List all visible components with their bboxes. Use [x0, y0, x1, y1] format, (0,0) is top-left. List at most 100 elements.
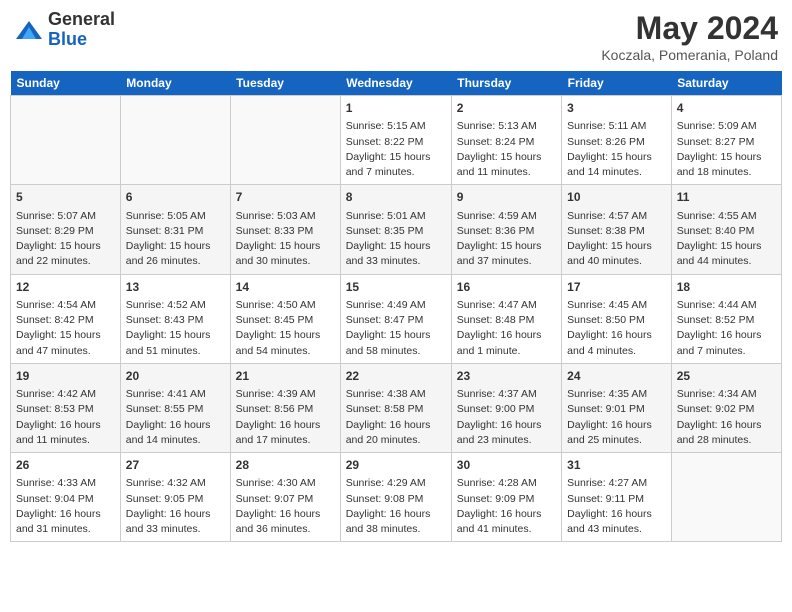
logo: General Blue: [14, 10, 115, 50]
day-info: Sunset: 9:04 PM: [16, 492, 115, 507]
day-number: 18: [677, 279, 776, 296]
day-info: Sunset: 8:42 PM: [16, 313, 115, 328]
day-info: Sunrise: 4:41 AM: [126, 387, 225, 402]
day-info: Sunrise: 5:15 AM: [346, 119, 446, 134]
day-info: Daylight: 16 hours: [457, 418, 556, 433]
day-info: Sunrise: 4:49 AM: [346, 298, 446, 313]
day-number: 29: [346, 457, 446, 474]
day-info: Daylight: 15 hours: [677, 239, 776, 254]
calendar-cell: 11Sunrise: 4:55 AMSunset: 8:40 PMDayligh…: [671, 185, 781, 274]
day-info: Sunrise: 4:39 AM: [236, 387, 335, 402]
day-number: 16: [457, 279, 556, 296]
day-info: Sunrise: 4:59 AM: [457, 209, 556, 224]
day-info: and 4 minutes.: [567, 344, 666, 359]
calendar-cell: 20Sunrise: 4:41 AMSunset: 8:55 PMDayligh…: [120, 363, 230, 452]
day-info: and 43 minutes.: [567, 522, 666, 537]
day-info: Daylight: 16 hours: [16, 507, 115, 522]
day-info: Sunrise: 5:01 AM: [346, 209, 446, 224]
week-row: 12Sunrise: 4:54 AMSunset: 8:42 PMDayligh…: [11, 274, 782, 363]
day-info: Daylight: 15 hours: [346, 150, 446, 165]
day-info: and 38 minutes.: [346, 522, 446, 537]
day-info: Sunrise: 4:35 AM: [567, 387, 666, 402]
day-number: 1: [346, 100, 446, 117]
day-number: 15: [346, 279, 446, 296]
day-info: Sunrise: 5:11 AM: [567, 119, 666, 134]
day-number: 12: [16, 279, 115, 296]
day-info: Sunrise: 4:57 AM: [567, 209, 666, 224]
day-info: and 17 minutes.: [236, 433, 335, 448]
calendar-cell: 31Sunrise: 4:27 AMSunset: 9:11 PMDayligh…: [562, 453, 672, 542]
logo-icon: [14, 15, 44, 45]
calendar-cell: 22Sunrise: 4:38 AMSunset: 8:58 PMDayligh…: [340, 363, 451, 452]
day-info: Sunrise: 5:09 AM: [677, 119, 776, 134]
day-info: Sunrise: 4:28 AM: [457, 476, 556, 491]
calendar-cell: [120, 96, 230, 185]
day-info: Daylight: 15 hours: [236, 328, 335, 343]
day-info: and 51 minutes.: [126, 344, 225, 359]
day-number: 10: [567, 189, 666, 206]
calendar-cell: 8Sunrise: 5:01 AMSunset: 8:35 PMDaylight…: [340, 185, 451, 274]
calendar-cell: 10Sunrise: 4:57 AMSunset: 8:38 PMDayligh…: [562, 185, 672, 274]
day-info: Sunrise: 4:45 AM: [567, 298, 666, 313]
calendar-cell: 15 Sunrise: 4:49 AMSunset: 8:47 PMDayligh…: [340, 274, 451, 363]
calendar-cell: 21Sunrise: 4:39 AMSunset: 8:56 PMDayligh…: [230, 363, 340, 452]
day-info: Sunrise: 4:44 AM: [677, 298, 776, 313]
day-number: 3: [567, 100, 666, 117]
page-header: General Blue May 2024 Koczala, Pomerania…: [10, 10, 782, 63]
day-info: Sunrise: 4:37 AM: [457, 387, 556, 402]
day-info: Sunrise: 4:42 AM: [16, 387, 115, 402]
calendar-cell: [230, 96, 340, 185]
calendar-cell: 25Sunrise: 4:34 AMSunset: 9:02 PMDayligh…: [671, 363, 781, 452]
day-info: and 44 minutes.: [677, 254, 776, 269]
week-row: 1Sunrise: 5:15 AMSunset: 8:22 PMDaylight…: [11, 96, 782, 185]
day-number: 11: [677, 189, 776, 206]
day-info: and 23 minutes.: [457, 433, 556, 448]
header-row: SundayMondayTuesdayWednesdayThursdayFrid…: [11, 71, 782, 96]
day-info: and 1 minute.: [457, 344, 556, 359]
day-info: Sunrise: 5:03 AM: [236, 209, 335, 224]
day-info: and 33 minutes.: [126, 522, 225, 537]
calendar-cell: 18Sunrise: 4:44 AMSunset: 8:52 PMDayligh…: [671, 274, 781, 363]
calendar-cell: 23Sunrise: 4:37 AMSunset: 9:00 PMDayligh…: [451, 363, 561, 452]
day-info: Daylight: 16 hours: [567, 507, 666, 522]
day-info: Sunset: 8:27 PM: [677, 135, 776, 150]
day-info: Sunrise: 4:52 AM: [126, 298, 225, 313]
day-number: 23: [457, 368, 556, 385]
calendar-cell: 24Sunrise: 4:35 AMSunset: 9:01 PMDayligh…: [562, 363, 672, 452]
day-info: and 7 minutes.: [346, 165, 446, 180]
calendar-cell: 13Sunrise: 4:52 AMSunset: 8:43 PMDayligh…: [120, 274, 230, 363]
day-number: 24: [567, 368, 666, 385]
day-info: Sunset: 8:53 PM: [16, 402, 115, 417]
day-info: Daylight: 15 hours: [346, 239, 446, 254]
title-block: May 2024 Koczala, Pomerania, Poland: [601, 10, 778, 63]
day-info: Daylight: 15 hours: [457, 239, 556, 254]
day-info: and 11 minutes.: [16, 433, 115, 448]
day-number: 9: [457, 189, 556, 206]
month-title: May 2024: [601, 10, 778, 47]
day-info: Daylight: 16 hours: [126, 418, 225, 433]
day-info: Sunset: 8:26 PM: [567, 135, 666, 150]
day-info: Daylight: 15 hours: [567, 150, 666, 165]
day-number: 19: [16, 368, 115, 385]
day-info: Daylight: 16 hours: [16, 418, 115, 433]
day-number: 21: [236, 368, 335, 385]
day-info: Sunrise: 4:50 AM: [236, 298, 335, 313]
day-info: Sunset: 9:07 PM: [236, 492, 335, 507]
day-info: and 58 minutes.: [346, 344, 446, 359]
calendar-cell: 30Sunrise: 4:28 AMSunset: 9:09 PMDayligh…: [451, 453, 561, 542]
day-info: and 41 minutes.: [457, 522, 556, 537]
day-info: Daylight: 16 hours: [346, 418, 446, 433]
day-info: Daylight: 15 hours: [346, 328, 446, 343]
day-info: Sunset: 8:56 PM: [236, 402, 335, 417]
day-info: Daylight: 16 hours: [567, 328, 666, 343]
calendar-cell: 6Sunrise: 5:05 AMSunset: 8:31 PMDaylight…: [120, 185, 230, 274]
day-info: and 20 minutes.: [346, 433, 446, 448]
day-number: 5: [16, 189, 115, 206]
week-row: 26Sunrise: 4:33 AMSunset: 9:04 PMDayligh…: [11, 453, 782, 542]
day-number: 25: [677, 368, 776, 385]
day-number: 4: [677, 100, 776, 117]
day-info: Sunset: 8:47 PM: [346, 313, 446, 328]
day-info: and 14 minutes.: [567, 165, 666, 180]
day-info: Sunset: 8:24 PM: [457, 135, 556, 150]
day-info: and 11 minutes.: [457, 165, 556, 180]
